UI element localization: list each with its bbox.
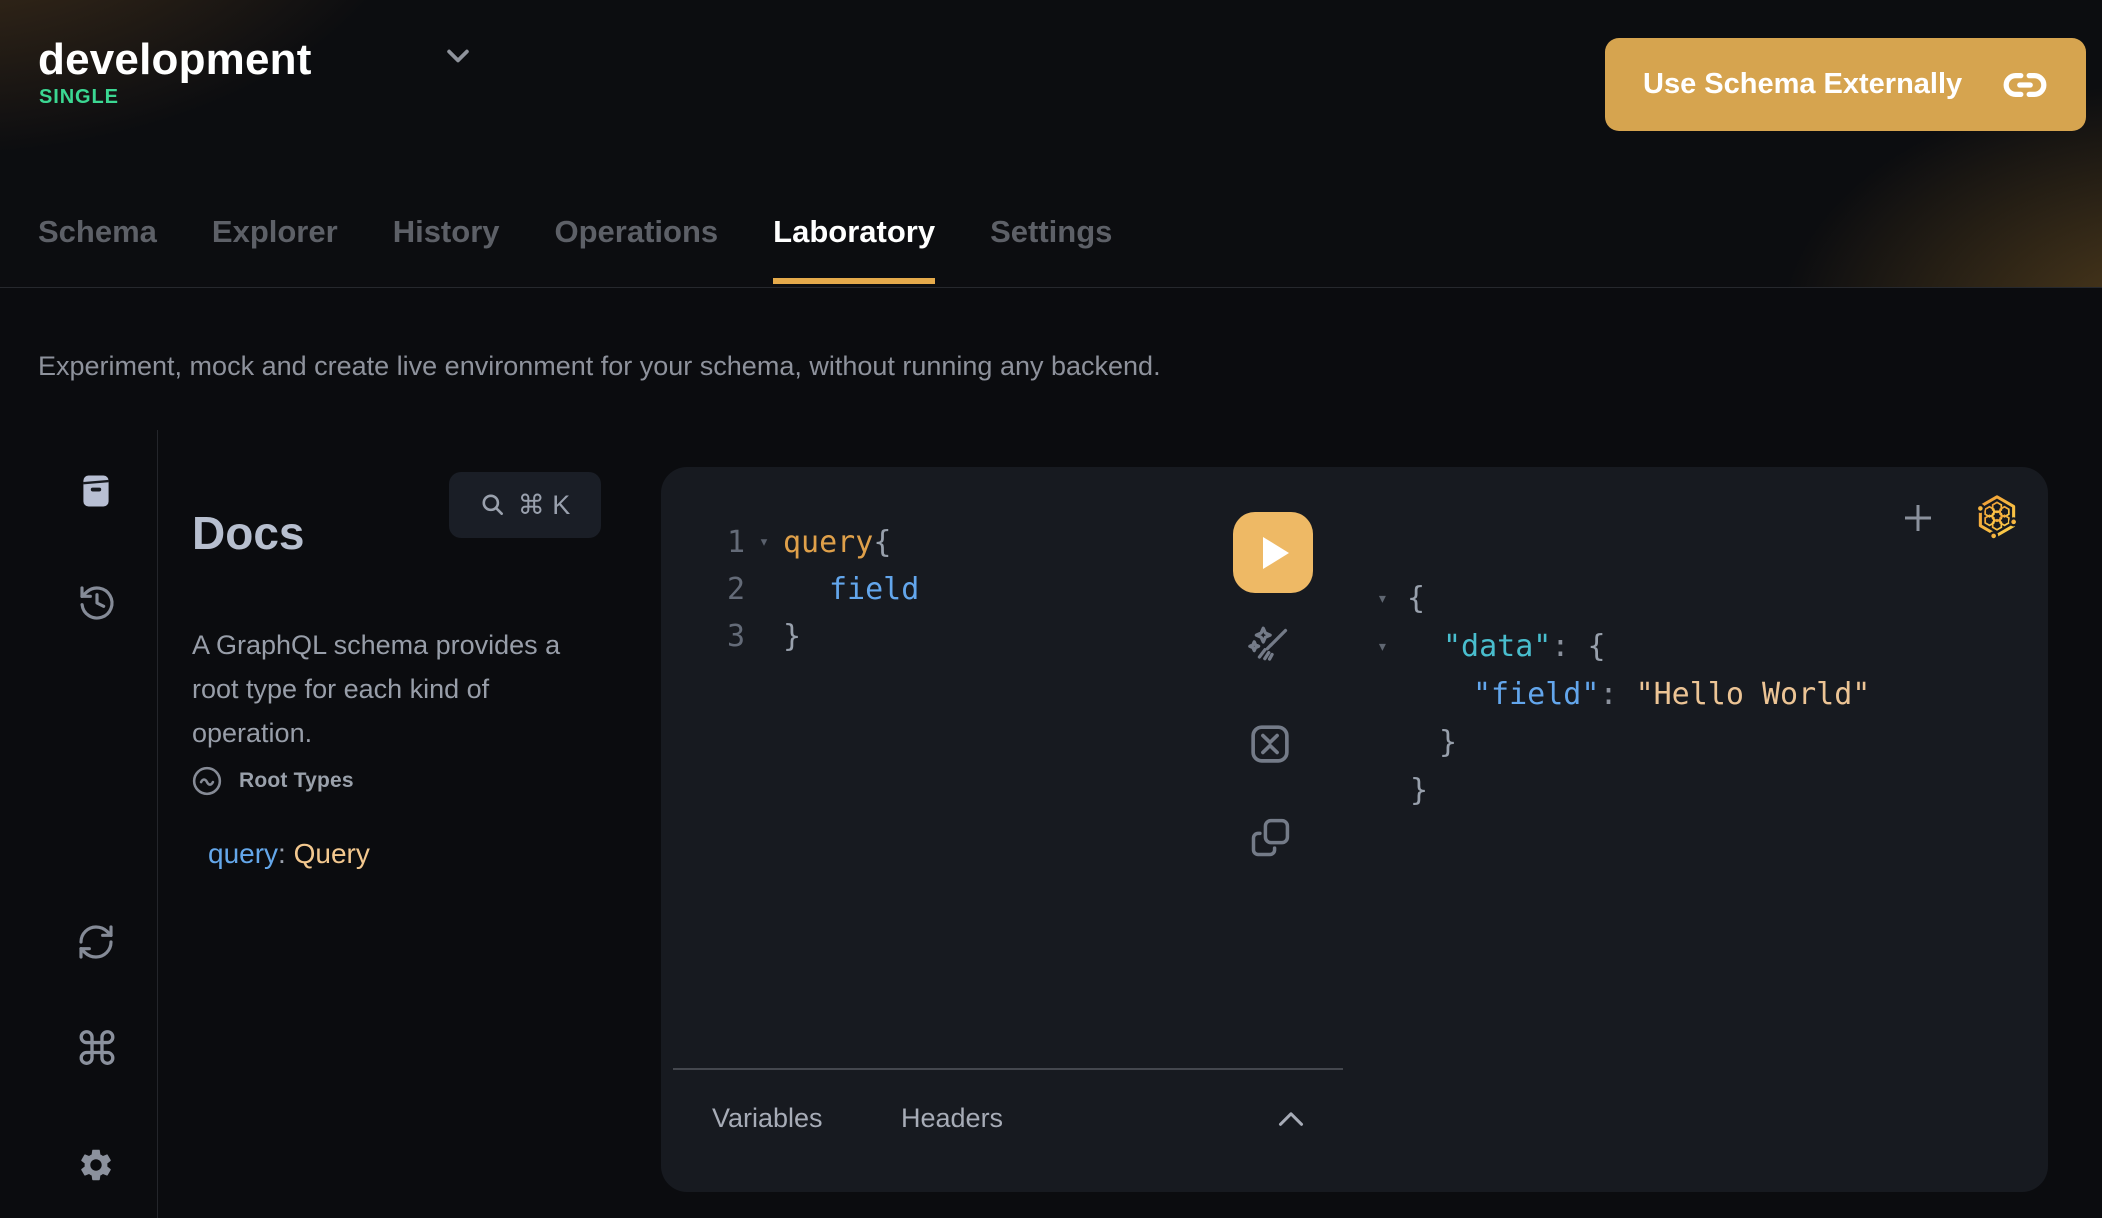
root-type-field: query [208,838,278,869]
root-type-query-link[interactable]: query: Query [208,838,370,870]
page-header: development SINGLE Use Schema Externally… [0,0,2102,288]
plus-icon [1898,498,1938,538]
chevron-down-icon [444,46,472,66]
command-icon: ⌘ [74,1023,120,1075]
response-row: } [1377,767,1870,815]
execute-query-button[interactable] [1233,512,1313,593]
json-key: "field" [1473,677,1599,712]
response-row: ▾ "data": { [1377,623,1870,671]
json-punct: } [1377,773,1428,808]
docs-search-button[interactable]: ⌘ K [449,472,601,538]
root-types-section: Root Types [192,766,354,796]
code-punct: } [783,613,801,660]
line-number: 2 [661,566,745,613]
tab-history[interactable]: History [393,212,500,287]
response-row: } [1377,719,1870,767]
code-punct: { [873,519,891,566]
response-row: ▾{ [1377,575,1870,623]
line-number: 3 [661,613,745,660]
search-shortcut-label: ⌘ K [518,490,571,521]
collapse-arrow-icon[interactable]: ▾ [1377,623,1388,671]
sidebar-item-reload-schema[interactable] [76,922,116,962]
sidebar-item-settings[interactable] [77,1146,115,1184]
code-keyword: query [783,519,873,566]
editor-line: 3} [661,613,919,660]
prettify-sparkle-broom-icon [1246,624,1292,670]
copy-query-button[interactable] [1248,816,1292,860]
line-number: 1 [661,519,745,566]
history-icon [77,583,117,623]
collapse-editor-tools-button[interactable] [1277,1110,1305,1127]
prettify-button[interactable] [1246,624,1292,670]
refresh-icon [76,922,116,962]
collapse-arrow-icon[interactable]: ▾ [1377,575,1388,623]
editor-line: 2 field [661,566,919,613]
play-icon [1263,537,1289,569]
root-type-type[interactable]: Query [294,838,370,869]
page-subtitle: Experiment, mock and create live environ… [38,351,1161,382]
tab-laboratory[interactable]: Laboratory [773,212,935,287]
project-title: development [38,35,312,85]
json-string-value: "Hello World" [1636,677,1871,712]
graphiql-panel: 1▾query{ 2field 3} [661,467,2048,1192]
gear-icon [77,1146,115,1184]
add-tab-button[interactable] [1898,498,1938,538]
copy-icon [1248,816,1292,860]
json-punct: } [1377,725,1457,760]
search-icon [480,492,506,518]
response-viewer: ▾{ ▾ "data": { "field": "Hello World" } } [1377,575,1870,815]
fold-spacer [745,613,783,660]
tab-explorer[interactable]: Explorer [212,212,338,287]
json-key: "data" [1443,629,1551,664]
tab-settings[interactable]: Settings [990,212,1112,287]
fold-arrow-icon[interactable]: ▾ [745,519,783,566]
sidebar-item-shortcuts[interactable]: ⌘ [74,1026,120,1072]
json-colon: : [1551,629,1587,664]
response-row: "field": "Hello World" [1377,671,1870,719]
use-schema-externally-button[interactable]: Use Schema Externally [1605,38,2086,131]
merge-icon [1247,721,1293,767]
tab-variables[interactable]: Variables [712,1103,823,1134]
environment-badge: SINGLE [39,86,119,109]
tab-operations[interactable]: Operations [555,212,719,287]
tab-headers[interactable]: Headers [901,1103,1003,1134]
json-colon: : [1599,677,1635,712]
query-editor[interactable]: 1▾query{ 2 field 3} [661,519,919,660]
main-tabs: Schema Explorer History Operations Labor… [38,212,1112,287]
root-types-icon [192,766,222,796]
docs-book-icon [78,471,114,511]
rail-divider [157,430,158,1218]
laboratory-page: development SINGLE Use Schema Externally… [0,0,2102,1218]
chevron-up-icon [1277,1110,1305,1127]
tab-schema[interactable]: Schema [38,212,157,287]
json-punct: { [1588,629,1606,664]
link-icon [2002,69,2048,101]
code-field: field [783,566,919,613]
project-switcher[interactable] [444,46,472,71]
editor-line: 1▾query{ [661,519,919,566]
sidebar-item-docs[interactable] [78,471,114,511]
use-schema-label: Use Schema Externally [1643,68,1962,101]
sidebar-item-history[interactable] [77,583,117,623]
editor-tools-divider [673,1068,1343,1070]
root-types-label: Root Types [239,769,354,793]
fold-spacer [745,566,783,613]
root-type-colon: : [278,838,294,869]
docs-title: Docs [192,506,304,560]
docs-description: A GraphQL schema provides a root type fo… [192,623,564,755]
hive-logo-icon [1973,493,2021,543]
merge-fragments-button[interactable] [1247,721,1293,767]
